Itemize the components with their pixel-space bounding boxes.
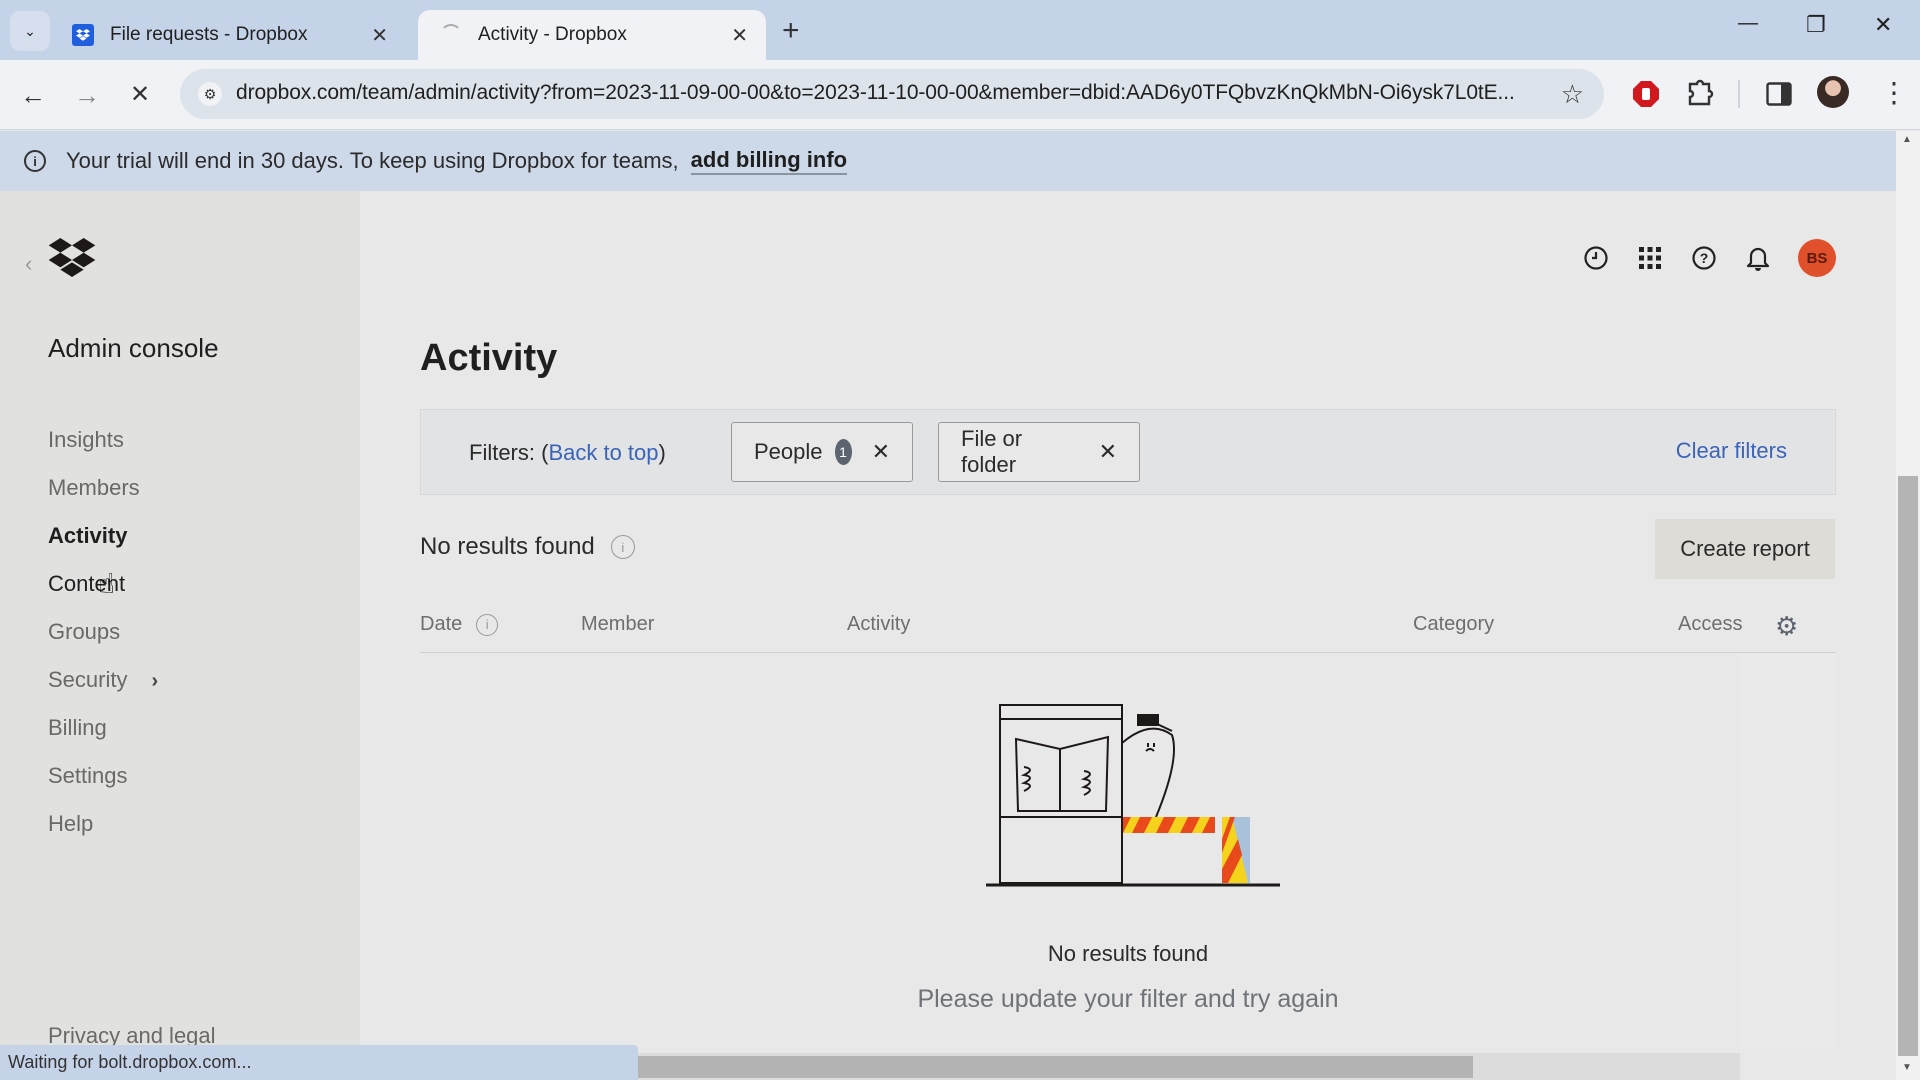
column-access[interactable]: Access <box>1678 613 1746 636</box>
column-date[interactable]: Date i <box>420 613 499 636</box>
horizontal-scrollbar-thumb[interactable] <box>638 1056 1473 1078</box>
chip-label: File or folder <box>961 426 1023 477</box>
back-arrow-icon[interactable]: ← <box>20 80 46 111</box>
collapse-sidebar-chevron-icon[interactable]: ‹ <box>25 251 32 277</box>
minimize-icon[interactable]: — <box>1738 12 1758 35</box>
empty-state-subtitle: Please update your filter and try again <box>917 985 1339 1013</box>
browser-status-bubble: Waiting for bolt.dropbox.com... <box>0 1045 638 1080</box>
sidebar-item-insights[interactable]: Insights <box>48 427 124 453</box>
filter-chip-people[interactable]: People 1 ✕ <box>731 422 913 482</box>
browser-menu-icon[interactable]: ⋮ <box>1880 76 1908 109</box>
stop-loading-icon[interactable]: ✕ <box>130 80 150 109</box>
admin-console-title: Admin console <box>48 333 219 363</box>
column-label: Date <box>420 613 463 635</box>
sidebar-item-help[interactable]: Help <box>48 811 93 837</box>
forward-arrow-icon[interactable]: → <box>74 80 100 111</box>
back-to-top-link[interactable]: Back to top <box>548 440 658 465</box>
sidebar-item-members[interactable]: Members <box>48 475 140 501</box>
results-title-text: No results found <box>420 533 595 560</box>
filters-label-prefix: Filters: ( <box>469 440 549 465</box>
address-bar[interactable]: ⚙ dropbox.com/team/admin/activity?from=2… <box>180 69 1604 119</box>
info-icon: i <box>24 150 46 172</box>
empty-state-illustration <box>986 704 1280 887</box>
site-settings-icon[interactable]: ⚙ <box>198 82 222 106</box>
chevron-right-icon: › <box>151 670 159 692</box>
recent-activity-clock-icon[interactable] <box>1582 244 1610 272</box>
trial-banner: i Your trial will end in 30 days. To kee… <box>0 131 1896 191</box>
help-question-icon[interactable]: ? <box>1690 244 1718 272</box>
sidebar-item-groups[interactable]: Groups <box>48 619 120 645</box>
filters-label-suffix: ) <box>658 440 666 465</box>
sidebar-item-label: Security <box>48 667 128 692</box>
filter-bar: Filters: (Back to top) People 1 ✕ File o… <box>420 409 1836 495</box>
dropbox-favicon-icon <box>72 24 94 46</box>
column-member[interactable]: Member <box>581 613 654 636</box>
tab-title: File requests - Dropbox <box>110 24 308 45</box>
sidebar-item-security[interactable]: Security › <box>48 667 158 693</box>
filter-chip-file-or-folder[interactable]: File or folder ✕ <box>938 422 1140 482</box>
restore-icon[interactable]: ❐ <box>1806 12 1826 38</box>
profile-avatar[interactable] <box>1817 76 1849 108</box>
side-panel-icon[interactable] <box>1766 82 1792 111</box>
sidebar-item-billing[interactable]: Billing <box>48 715 107 741</box>
remove-filter-icon[interactable]: ✕ <box>1099 439 1117 465</box>
url-text[interactable]: dropbox.com/team/admin/activity?from=202… <box>236 81 1546 105</box>
new-tab-button[interactable]: + <box>782 14 800 48</box>
dropbox-logo-icon[interactable] <box>48 238 96 283</box>
trial-message: Your trial will end in 30 days. To keep … <box>66 148 679 173</box>
bookmark-star-icon[interactable]: ☆ <box>1561 79 1584 110</box>
tab-title: Activity - Dropbox <box>478 24 627 45</box>
filter-count-badge: 1 <box>834 439 852 465</box>
app-grid-icon[interactable] <box>1636 244 1664 272</box>
results-heading: No results found i <box>420 533 635 561</box>
remove-filter-icon[interactable]: ✕ <box>872 439 890 465</box>
clear-filters-link[interactable]: Clear filters <box>1676 438 1787 464</box>
browser-tabstrip: ⌄ File requests - Dropbox ✕ Activity - D… <box>0 0 1920 60</box>
vertical-scrollbar-thumb[interactable] <box>1898 476 1918 1056</box>
svg-text:?: ? <box>1700 250 1709 266</box>
main-content: ? BS Activity Filters: (Back to top) Peo… <box>360 191 1896 1080</box>
tab-file-requests[interactable]: File requests - Dropbox ✕ <box>58 10 406 60</box>
loading-spinner-icon <box>440 24 462 46</box>
hand-pointer-cursor-icon: ☝ <box>98 568 116 599</box>
scroll-up-arrow-icon[interactable]: ▲ <box>1902 134 1912 145</box>
info-icon[interactable]: i <box>476 613 499 636</box>
sidebar-item-activity[interactable]: Activity <box>48 523 127 549</box>
extensions-puzzle-icon[interactable] <box>1686 78 1714 113</box>
empty-state-title: No results found <box>1047 941 1209 966</box>
window-close-icon[interactable]: ✕ <box>1874 12 1892 38</box>
close-tab-icon[interactable]: ✕ <box>731 23 748 48</box>
column-activity[interactable]: Activity <box>847 613 910 636</box>
notifications-bell-icon[interactable] <box>1744 244 1772 272</box>
admin-sidebar: ‹ Admin console Insights Members Activit… <box>0 191 360 1080</box>
close-tab-icon[interactable]: ✕ <box>371 23 388 48</box>
column-category[interactable]: Category <box>1413 613 1494 636</box>
chip-label: People <box>754 439 823 464</box>
browser-toolbar: ← → ✕ ⚙ dropbox.com/team/admin/activity?… <box>0 60 1920 130</box>
toolbar-divider <box>1738 80 1740 108</box>
user-avatar[interactable]: BS <box>1798 239 1836 277</box>
adblock-extension-icon[interactable] <box>1632 80 1660 113</box>
tab-activity[interactable]: Activity - Dropbox ✕ <box>418 10 766 60</box>
create-report-button[interactable]: Create report <box>1655 519 1835 579</box>
chevron-down-icon: ⌄ <box>24 22 36 39</box>
column-settings-gear-icon[interactable]: ⚙ <box>1775 611 1798 642</box>
add-billing-info-link[interactable]: add billing info <box>690 147 848 175</box>
filters-label: Filters: (Back to top) <box>469 440 666 466</box>
page-title: Activity <box>420 337 558 379</box>
info-icon[interactable]: i <box>610 535 635 559</box>
sidebar-item-settings[interactable]: Settings <box>48 763 128 789</box>
tab-search-button[interactable]: ⌄ <box>10 11 50 51</box>
header-actions: ? BS <box>1582 239 1836 277</box>
activity-table-header: Date i Member Activity Category Access ⚙ <box>420 599 1836 653</box>
scroll-down-arrow-icon[interactable]: ▼ <box>1902 1062 1912 1073</box>
